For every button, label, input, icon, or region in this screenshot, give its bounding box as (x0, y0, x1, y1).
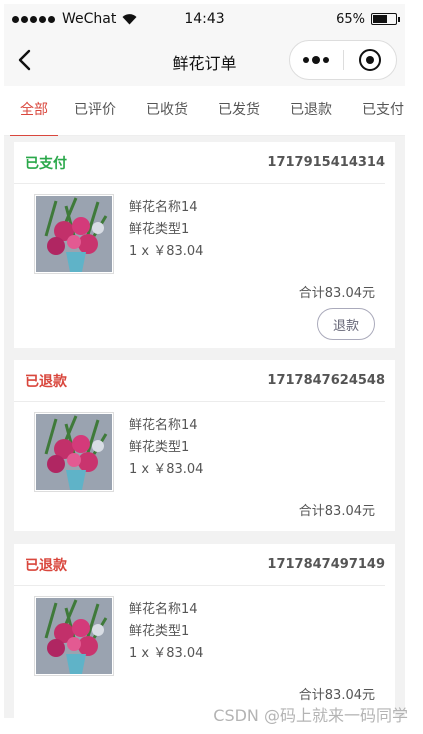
qty-price: 1 x ￥83.04 (129, 244, 204, 259)
flower-bouquet-icon (36, 598, 112, 674)
tab-reviewed[interactable]: 已评价 (74, 86, 116, 136)
order-header: 已支付 1717915414314 (14, 142, 385, 184)
order-total: 合计83.04元 (298, 286, 375, 301)
phone-screen: WeChat 14:43 65% 鲜花订单 全部 已评价 已收货 已发货 已退款… (4, 4, 405, 718)
item-info: 鲜花名称14 鲜花类型1 1 x ￥83.04 (129, 599, 203, 676)
order-total: 合计83.04元 (298, 688, 375, 703)
order-status-tabs: 全部 已评价 已收货 已发货 已退款 已支付 (4, 86, 405, 136)
flower-image (34, 412, 114, 492)
flower-name: 鲜花名称14 (129, 200, 198, 215)
order-card[interactable]: 已退款 1717847497149 鲜花名称14 鲜花类型1 1 x ￥83.0… (14, 544, 395, 718)
order-item: 鲜花名称14 鲜花类型1 1 x ￥83.04 (14, 586, 395, 676)
order-item: 鲜花名称14 鲜花类型1 1 x ￥83.04 (14, 184, 395, 274)
item-info: 鲜花名称14 鲜花类型1 1 x ￥83.04 (129, 415, 203, 492)
order-number: 1717847497149 (267, 557, 385, 572)
qty-price: 1 x ￥83.04 (129, 646, 204, 661)
order-total: 合计83.04元 (298, 504, 375, 519)
order-number: 1717847624548 (267, 373, 385, 388)
order-card[interactable]: 已支付 1717915414314 鲜花名称14 鲜花类型1 1 x ￥83.0… (14, 142, 395, 348)
item-info: 鲜花名称14 鲜花类型1 1 x ￥83.04 (129, 197, 203, 274)
flower-image (34, 596, 114, 676)
flower-bouquet-icon (36, 414, 112, 490)
chevron-left-icon (18, 49, 31, 71)
tab-refunded[interactable]: 已退款 (290, 86, 332, 136)
order-number: 1717915414314 (267, 155, 385, 170)
more-dots-icon (303, 57, 310, 63)
refund-button[interactable]: 退款 (317, 308, 375, 340)
flower-bouquet-icon (36, 196, 112, 272)
order-card[interactable]: 已退款 1717847624548 鲜花名称14 鲜花类型1 1 x ￥83.0… (14, 360, 395, 531)
flower-name: 鲜花名称14 (129, 418, 198, 433)
order-header: 已退款 1717847624548 (14, 360, 385, 402)
tab-received[interactable]: 已收货 (146, 86, 188, 136)
order-status: 已退款 (25, 557, 67, 574)
nav-bar: 鲜花订单 (4, 34, 405, 86)
qty-price: 1 x ￥83.04 (129, 462, 204, 477)
status-bar: WeChat 14:43 65% (4, 4, 405, 34)
tab-all[interactable]: 全部 (10, 86, 58, 136)
mini-program-capsule (289, 40, 397, 80)
order-status: 已退款 (25, 373, 67, 390)
close-miniprogram-button[interactable] (344, 41, 397, 79)
flower-name: 鲜花名称14 (129, 602, 198, 617)
order-header: 已退款 1717847497149 (14, 544, 385, 586)
signal-icon (12, 15, 55, 23)
flower-type: 鲜花类型1 (129, 222, 190, 237)
back-button[interactable] (4, 34, 44, 86)
battery-percent: 65% (336, 11, 365, 27)
battery-icon (371, 13, 400, 25)
flower-type: 鲜花类型1 (129, 624, 190, 639)
signal-group: WeChat (12, 11, 137, 27)
tab-shipped[interactable]: 已发货 (218, 86, 260, 136)
flower-image (34, 194, 114, 274)
more-button[interactable] (290, 41, 343, 79)
order-status: 已支付 (25, 155, 67, 172)
wifi-icon (122, 13, 137, 24)
order-item: 鲜花名称14 鲜花类型1 1 x ￥83.04 (14, 402, 395, 492)
watermark: CSDN @码上就来一码同学 (213, 706, 408, 725)
tab-paid[interactable]: 已支付 (362, 86, 404, 136)
target-icon (358, 49, 381, 71)
carrier-name: WeChat (62, 11, 117, 27)
flower-type: 鲜花类型1 (129, 440, 190, 455)
battery-group: 65% (336, 11, 400, 27)
